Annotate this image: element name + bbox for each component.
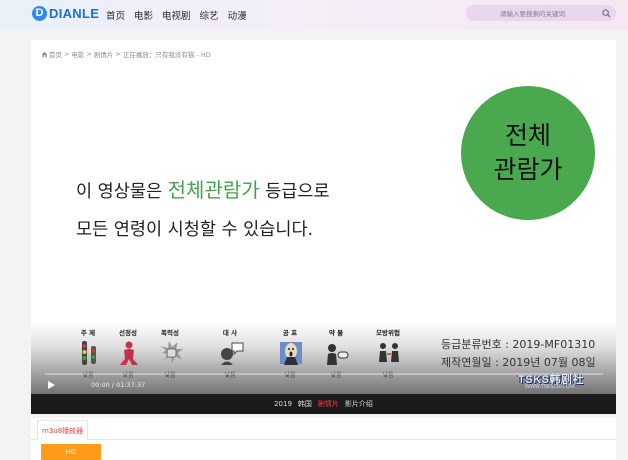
rating-line-2: 관람가 [493,155,563,184]
scream-icon [280,342,302,365]
breadcrumb-drama[interactable]: 剧情片 [94,49,114,59]
breadcrumb-movies[interactable]: 电影 [71,49,84,59]
copy-icon [379,343,399,362]
top-bar: D DIANLE 首页 电影 电视剧 综艺 动漫 请输入要搜索的关键词 [0,0,628,30]
nav-movies[interactable]: 电影 [134,8,153,22]
category-drugs: 약 물 낮음 [313,330,359,388]
tab-m3u8-player[interactable]: m3u8播放器 [37,420,89,441]
watermark-url: WWW.TSKSCN.COM [525,384,575,390]
nav-variety[interactable]: 综艺 [200,8,219,22]
meta-genre[interactable]: 剧情片 [318,399,339,409]
main-nav: 首页 电影 电视剧 综艺 动漫 [106,8,256,22]
rating-notice-line-2: 모든 연령이 시청할 수 있습니다. [76,220,314,240]
rating-badge: 전체 관람가 [461,86,595,220]
search-box[interactable]: 请输入要搜索的关键词 [466,5,616,21]
category-title: 모방위험 [376,329,400,337]
notice-pre: 이 영상물은 [76,182,168,202]
nav-home[interactable]: 首页 [106,8,125,22]
main-panel: 首页 > 电影 > 剧情片 > 正在播放：只有我没有猫 - HD 전체 관람가 … [31,40,616,414]
category-imitation: 모방위험 낮음 [365,330,411,388]
figure-icon [120,341,138,365]
logo-mark: D [32,5,47,21]
speech-icon [221,342,244,365]
current-time: 00:00 [91,381,110,389]
category-language: 대 사 낮음 [207,330,253,388]
video-player[interactable]: 전체 관람가 이 영상물은 전체관람가 등급으로 모든 연령이 시청할 수 있습… [31,66,616,394]
fist-icon [160,341,183,364]
rating-line-1: 전체 [504,121,551,150]
episode-hd-button[interactable]: HD [41,444,101,460]
breadcrumb-sep: > [64,50,70,58]
category-title: 약 물 [328,329,344,337]
category-title: 폭력성 [161,329,179,337]
movie-meta: 2019 韩国 剧情片 影片介绍 [31,394,616,414]
notice-post: 등급으로 [259,182,330,202]
breadcrumb-current: 正在播放：只有我没有猫 - HD [122,51,211,59]
search-input[interactable]: 请输入要搜索的关键词 [466,8,599,18]
category-title: 선정성 [119,329,137,337]
nav-tv-series[interactable]: 电视剧 [162,8,191,22]
rating-number: 등급분류번호 : 2019-MF01310 [441,338,596,351]
breadcrumb: 首页 > 电影 > 剧情片 > 正在播放：只有我没有猫 - HD [41,49,211,59]
home-icon [41,51,48,57]
production-date: 제작연월일 : 2019년 07월 08일 [441,356,596,369]
progress-bar[interactable] [45,373,603,375]
meta-year[interactable]: 2019 [274,400,292,408]
pill-icon [327,344,349,365]
category-fear: 공 포 낮음 [267,330,313,388]
breadcrumb-sep: > [115,50,121,58]
source-panel: m3u8播放器 HD [31,418,616,460]
duration: 01:37:37 [116,381,146,389]
category-title: 공 포 [282,329,298,337]
breadcrumb-home[interactable]: 首页 [49,49,62,59]
logo-text: DIANLE [49,5,100,21]
play-icon[interactable] [45,379,57,391]
source-tabbar: m3u8播放器 [31,418,616,441]
time-display: 00:00 / 01:37:37 [91,381,145,389]
category-sexuality: 선정성 낮음 [105,330,151,388]
nav-anime[interactable]: 动漫 [228,8,247,22]
category-violence: 폭력성 낮음 [147,330,193,388]
meta-intro-link[interactable]: 影片介绍 [345,399,373,409]
meta-region[interactable]: 韩国 [298,399,312,409]
notice-highlight: 전체관람가 [167,178,260,202]
site-logo[interactable]: D DIANLE [32,3,99,23]
rating-notice-line-1: 이 영상물은 전체관람가 등급으로 [76,174,330,203]
traffic-light-icon [82,341,96,365]
search-icon[interactable] [599,6,613,20]
category-title: 대 사 [222,329,238,337]
breadcrumb-sep: > [86,50,92,58]
